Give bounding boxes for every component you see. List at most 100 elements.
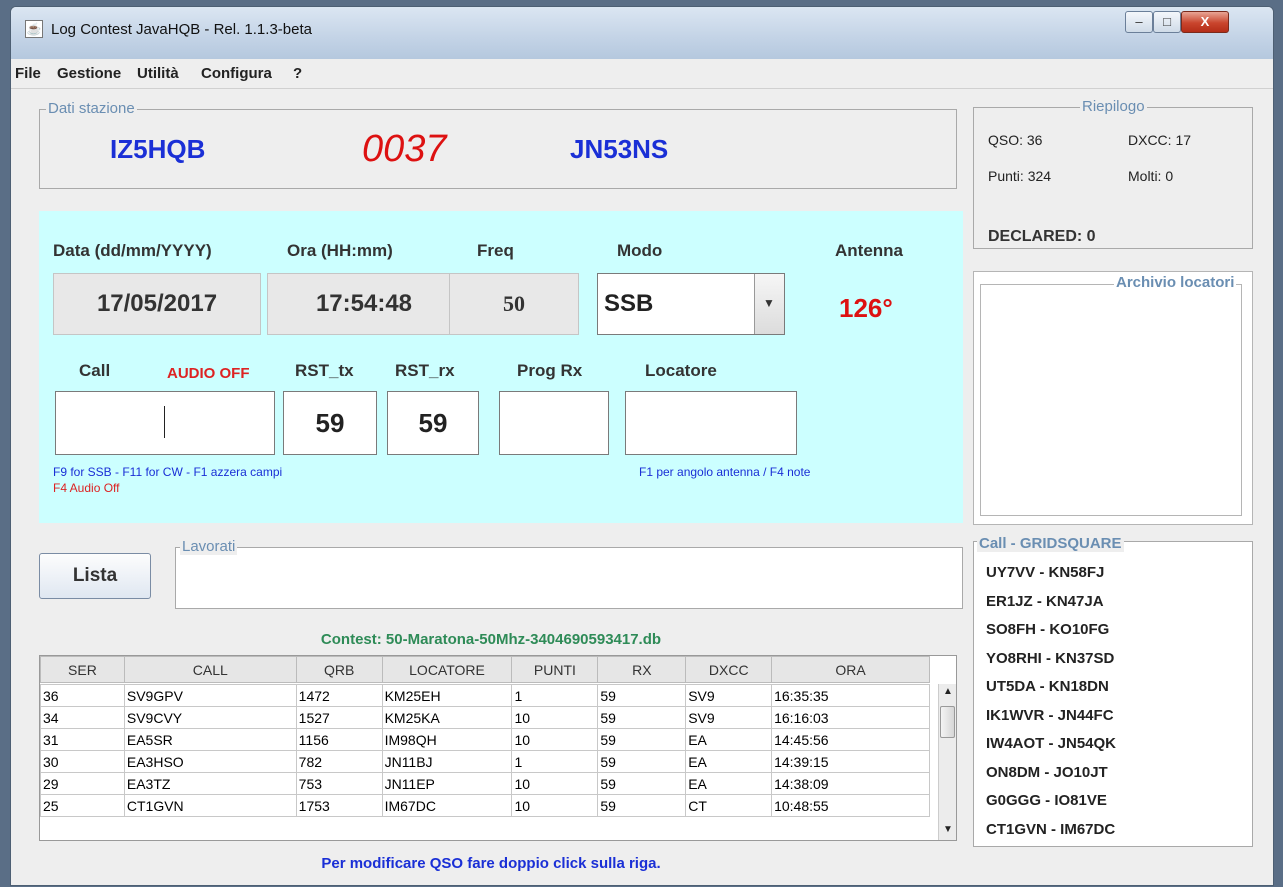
points-total: Punti: 324 xyxy=(988,168,1052,184)
gridsquare-item[interactable]: IW4AOT - JN54QK xyxy=(986,735,1116,752)
locator-archive-title: Archivio locatori xyxy=(1114,274,1237,291)
gridsquare-item[interactable]: G0GGG - IO81VE xyxy=(986,792,1107,809)
header-locatore[interactable]: LOCATORE xyxy=(381,656,513,683)
call-input[interactable] xyxy=(55,391,275,455)
scrollbar-thumb[interactable] xyxy=(940,706,955,738)
cell-punti: 10 xyxy=(511,706,599,729)
log-row[interactable]: 31 EA5SR 1156 IM98QH 10 59 EA 14:45:56 xyxy=(40,728,930,751)
header-ser[interactable]: SER xyxy=(40,656,125,683)
worked-panel[interactable]: Lavorati xyxy=(175,538,963,609)
station-panel: Dati stazione IZ5HQB 0037 JN53NS xyxy=(39,100,957,189)
gridsquare-item[interactable]: IK1WVR - JN44FC xyxy=(986,707,1114,724)
rst-rx-label: RST_rx xyxy=(395,361,455,380)
cell-ora: 10:48:55 xyxy=(771,794,930,817)
prog-rx-input[interactable] xyxy=(499,391,609,455)
mode-dropdown-button[interactable]: ▼ xyxy=(754,274,784,334)
menu-configura[interactable]: Configura xyxy=(201,65,272,82)
maximize-button[interactable]: □ xyxy=(1153,11,1181,33)
audio-status: AUDIO OFF xyxy=(167,365,250,382)
gridsquare-item[interactable]: ON8DM - JO10JT xyxy=(986,764,1108,781)
rst-tx-input[interactable]: 59 xyxy=(283,391,377,455)
cell-ora: 16:35:35 xyxy=(771,684,930,707)
time-field[interactable]: 17:54:48 xyxy=(267,273,461,335)
log-scrollbar[interactable]: ▲ ▼ xyxy=(938,684,956,840)
cell-punti: 1 xyxy=(511,750,599,773)
log-row[interactable]: 30 EA3HSO 782 JN11BJ 1 59 EA 14:39:15 xyxy=(40,750,930,773)
menu-file[interactable]: File xyxy=(15,65,41,82)
log-row[interactable]: 34 SV9CVY 1527 KM25KA 10 59 SV9 16:16:03 xyxy=(40,706,930,729)
antenna-bearing: 126° xyxy=(839,293,893,323)
list-button[interactable]: Lista xyxy=(39,553,151,599)
gridsquare-item[interactable]: ER1JZ - KN47JA xyxy=(986,593,1104,610)
summary-panel: Riepilogo QSO: 36 DXCC: 17 Punti: 324 Mo… xyxy=(973,98,1253,249)
mode-select[interactable]: SSB ▼ xyxy=(597,273,785,335)
log-table: 36 SV9GPV 1472 KM25EH 1 59 SV9 16:35:35 34 SV9CVY… xyxy=(40,684,930,817)
mode-value: SSB xyxy=(604,290,654,317)
log-row[interactable]: 25 CT1GVN 1753 IM67DC 10 59 CT 10:48:55 xyxy=(40,794,930,817)
serial-number: 0037 xyxy=(362,128,447,170)
cell-call: EA5SR xyxy=(123,728,297,751)
cell-ora: 14:39:15 xyxy=(771,750,930,773)
declared-status: DECLARED: 0 xyxy=(988,228,1096,245)
text-cursor xyxy=(164,406,165,438)
close-button[interactable]: X xyxy=(1181,11,1229,33)
rst-rx-input[interactable]: 59 xyxy=(387,391,479,455)
locator-input[interactable] xyxy=(625,391,797,455)
menu-gestione[interactable]: Gestione xyxy=(57,65,121,82)
dxcc-count: DXCC: 17 xyxy=(1128,132,1192,148)
gridsquare-item[interactable]: SO8FH - KO10FG xyxy=(986,621,1109,638)
cell-rx: 59 xyxy=(597,728,687,751)
gridsquare-item[interactable]: UT5DA - KN18DN xyxy=(986,678,1109,695)
gridsquare-item[interactable]: YO8RHI - KN37SD xyxy=(986,650,1114,667)
cell-dxcc: EA xyxy=(685,750,773,773)
station-locator: JN53NS xyxy=(570,134,669,164)
locator-archive-list[interactable] xyxy=(980,284,1242,516)
cell-dxcc: EA xyxy=(685,728,773,751)
scroll-up-icon[interactable]: ▲ xyxy=(943,686,953,697)
cell-locatore: KM25KA xyxy=(381,706,513,729)
cell-call: EA3HSO xyxy=(123,750,297,773)
header-qrb[interactable]: QRB xyxy=(295,656,383,683)
header-dxcc[interactable]: DXCC xyxy=(685,656,773,683)
cell-locatore: IM67DC xyxy=(381,794,513,817)
freq-label: Freq xyxy=(477,241,514,260)
cell-ser: 30 xyxy=(40,750,125,773)
date-label: Data (dd/mm/YYYY) xyxy=(53,241,212,260)
app-window: ☕ Log Contest JavaHQB - Rel. 1.1.3-beta … xyxy=(10,6,1274,886)
call-label: Call xyxy=(79,361,111,380)
cell-dxcc: EA xyxy=(685,772,773,795)
date-field[interactable]: 17/05/2017 xyxy=(53,273,261,335)
time-label: Ora (HH:mm) xyxy=(287,241,393,260)
scroll-down-icon[interactable]: ▼ xyxy=(943,824,953,835)
gridsquare-item[interactable]: CT1GVN - IM67DC xyxy=(986,821,1115,838)
cell-ser: 31 xyxy=(40,728,125,751)
cell-rx: 59 xyxy=(597,684,687,707)
log-row[interactable]: 36 SV9GPV 1472 KM25EH 1 59 SV9 16:35:35 xyxy=(40,684,930,707)
gridsquare-item[interactable]: UY7VV - KN58FJ xyxy=(986,564,1104,581)
cell-qrb: 1472 xyxy=(295,684,383,707)
log-table-header: SER CALL QRB LOCATORE PUNTI RX DXCC ORA xyxy=(40,656,930,683)
cell-rx: 59 xyxy=(597,794,687,817)
cell-punti: 10 xyxy=(511,772,599,795)
header-punti[interactable]: PUNTI xyxy=(511,656,599,683)
menu-utilita[interactable]: Utilità xyxy=(137,65,179,82)
antenna-hint: F1 per angolo antenna / F4 note xyxy=(639,465,811,479)
cell-dxcc: SV9 xyxy=(685,684,773,707)
cell-call: EA3TZ xyxy=(123,772,297,795)
edit-hint: Per modificare QSO fare doppio click sul… xyxy=(321,855,661,872)
chevron-down-icon: ▼ xyxy=(763,296,775,310)
window-title: Log Contest JavaHQB - Rel. 1.1.3-beta xyxy=(51,21,312,38)
header-rx[interactable]: RX xyxy=(597,656,687,683)
log-row[interactable]: 29 EA3TZ 753 JN11EP 10 59 EA 14:38:09 xyxy=(40,772,930,795)
freq-field[interactable]: 50 xyxy=(449,273,579,335)
header-ora[interactable]: ORA xyxy=(771,656,930,683)
cell-ora: 16:16:03 xyxy=(771,706,930,729)
minimize-button[interactable]: – xyxy=(1125,11,1153,33)
station-callsign: IZ5HQB xyxy=(110,134,206,164)
worked-panel-title: Lavorati xyxy=(180,538,238,555)
cell-ora: 14:45:56 xyxy=(771,728,930,751)
cell-qrb: 782 xyxy=(295,750,383,773)
cell-rx: 59 xyxy=(597,772,687,795)
header-call[interactable]: CALL xyxy=(123,656,297,683)
menu-help[interactable]: ? xyxy=(293,65,302,82)
